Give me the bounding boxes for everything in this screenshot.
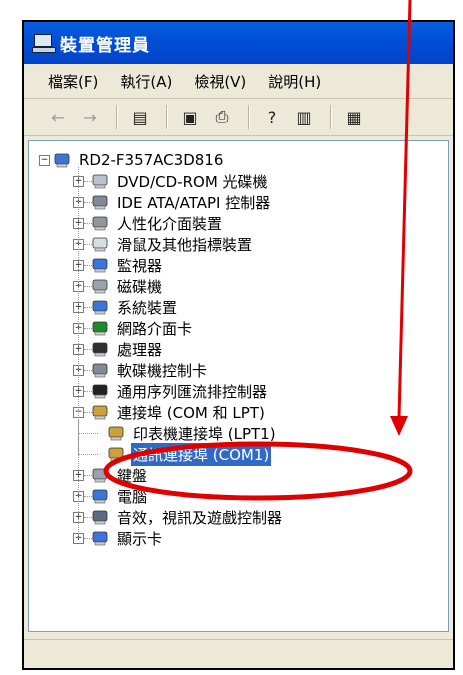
tree-item[interactable]: 鍵盤: [91, 464, 149, 486]
menu-action[interactable]: 執行(A): [98, 71, 172, 92]
tree-item[interactable]: 人性化介面裝置: [91, 212, 224, 234]
tree-item-label: RD2-F357AC3D816: [79, 151, 224, 169]
toolbar-separator: [330, 105, 332, 129]
tree-item[interactable]: 網路介面卡: [91, 317, 194, 339]
tree-item[interactable]: 印表機連接埠 (LPT1): [107, 422, 278, 444]
tree-item-label: IDE ATA/ATAPI 控制器: [117, 193, 271, 212]
tree-item[interactable]: 磁碟機: [91, 275, 164, 297]
tree-connector: [78, 167, 79, 538]
printer-port-icon: [107, 425, 125, 441]
tree-item[interactable]: 監視器: [91, 254, 164, 276]
toolbar-separator: [116, 105, 118, 129]
tree-item[interactable]: IDE ATA/ATAPI 控制器: [91, 191, 272, 213]
system-device-icon: [91, 299, 109, 315]
tree-item[interactable]: 電腦: [91, 485, 149, 507]
ide-controller-icon: [91, 194, 109, 210]
monitor-icon: [91, 257, 109, 273]
port-icon: [91, 404, 109, 420]
tree-item-label: 通訊連接埠 (COM1): [131, 442, 272, 466]
window-title: 裝置管理員: [60, 35, 150, 56]
tree-item-label: 滑鼠及其他指標裝置: [117, 235, 253, 254]
tree-item[interactable]: 滑鼠及其他指標裝置: [91, 233, 254, 255]
title-bar[interactable]: 裝置管理員: [24, 22, 453, 64]
tree-expander-minus[interactable]: −: [39, 155, 50, 166]
menu-help[interactable]: 說明(H): [246, 71, 321, 92]
toolbar-separator: [166, 105, 168, 129]
tree-item[interactable]: 連接埠 (COM 和 LPT): [91, 401, 267, 423]
mouse-icon: [91, 236, 109, 252]
device-manager-icon: [32, 34, 56, 53]
tree-item-label: 鍵盤: [117, 466, 148, 485]
disk-drive-icon: [91, 278, 109, 294]
tree-item-label: 電腦: [117, 487, 148, 506]
processor-icon: [91, 341, 109, 357]
tree-item-label: 印表機連接埠 (LPT1): [133, 424, 276, 443]
com-port-icon: [107, 446, 125, 462]
properties-icon[interactable]: ▣: [178, 106, 202, 128]
view-icon[interactable]: ▥: [292, 106, 316, 128]
computer-icon: [91, 488, 109, 504]
device-tree-pane[interactable]: − RD2-F357AC3D816 + DVD/CD-ROM 光碟機 + IDE ATA/…: [28, 140, 449, 632]
status-bar: [24, 639, 453, 668]
tree-item[interactable]: DVD/CD-ROM 光碟機: [91, 170, 270, 192]
tree-item-label: 通用序列匯流排控制器: [117, 382, 268, 401]
forward-arrow-icon[interactable]: →: [78, 106, 102, 128]
device-tree: − RD2-F357AC3D816 + DVD/CD-ROM 光碟機 + IDE ATA/…: [29, 141, 448, 631]
tree-item-label: 音效，視訊及遊戲控制器: [117, 508, 283, 527]
display-adapter-icon: [91, 530, 109, 546]
tree-item[interactable]: 通用序列匯流排控制器: [91, 380, 269, 402]
tree-connector: [78, 454, 98, 455]
scan-hardware-icon[interactable]: ▦: [342, 106, 366, 128]
tree-item-label: 連接埠 (COM 和 LPT): [117, 403, 265, 422]
keyboard-icon: [91, 467, 109, 483]
back-arrow-icon[interactable]: ←: [46, 106, 70, 128]
show-hide-tree-icon[interactable]: ▤: [128, 106, 152, 128]
usb-controller-icon: [91, 383, 109, 399]
hid-device-icon: [91, 215, 109, 231]
network-adapter-icon: [91, 320, 109, 336]
menu-file[interactable]: 檔案(F): [24, 71, 98, 92]
tree-item[interactable]: 音效，視訊及遊戲控制器: [91, 506, 284, 528]
tree-item-label: 網路介面卡: [117, 319, 193, 338]
toolbar-separator: [248, 105, 250, 129]
tree-item-label: 磁碟機: [117, 277, 163, 296]
tree-item[interactable]: 顯示卡: [91, 527, 164, 549]
tree-item-label: 處理器: [117, 340, 163, 359]
tree-item-label: 顯示卡: [117, 529, 163, 548]
print-icon[interactable]: ⎙: [210, 106, 234, 128]
tree-item[interactable]: 軟碟機控制卡: [91, 359, 209, 381]
sound-icon: [91, 509, 109, 525]
help-icon[interactable]: ?: [260, 106, 284, 128]
device-manager-window: 裝置管理員 檔案(F) 執行(A) 檢視(V) 說明(H) ← → ▤ ▣ ⎙ …: [22, 20, 455, 670]
menu-bar: 檔案(F) 執行(A) 檢視(V) 說明(H): [24, 64, 453, 99]
tree-item-selected[interactable]: 通訊連接埠 (COM1): [107, 442, 272, 466]
tree-connector: [78, 433, 98, 434]
tree-item[interactable]: 處理器: [91, 338, 164, 360]
tree-item-label: 監視器: [117, 256, 163, 275]
toolbar: ← → ▤ ▣ ⎙ ? ▥ ▦: [24, 99, 453, 136]
tree-item[interactable]: 系統裝置: [91, 296, 179, 318]
dvd-drive-icon: [91, 173, 109, 189]
tree-item-label: 軟碟機控制卡: [117, 361, 208, 380]
tree-item-label: 系統裝置: [117, 298, 178, 317]
menu-view[interactable]: 檢視(V): [172, 71, 246, 92]
floppy-controller-icon: [91, 362, 109, 378]
root-computer-icon: [53, 152, 71, 168]
tree-item-label: 人性化介面裝置: [117, 214, 223, 233]
tree-item-label: DVD/CD-ROM 光碟機: [117, 172, 268, 191]
